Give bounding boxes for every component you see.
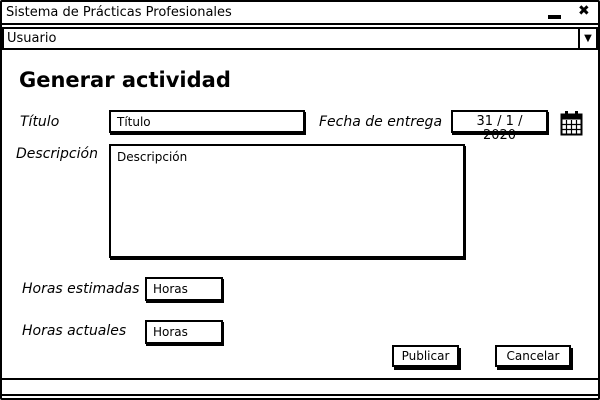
cancel-button[interactable]: Cancelar [495, 345, 571, 367]
title-label: Título [20, 114, 60, 130]
due-date-label: Fecha de entrega [319, 114, 443, 130]
estimated-hours-label: Horas estimadas [22, 281, 140, 297]
description-label: Descripción [16, 146, 98, 162]
actual-hours-label: Horas actuales [22, 323, 127, 339]
publish-button[interactable]: Publicar [392, 345, 459, 367]
minimize-icon[interactable] [548, 15, 561, 19]
user-dropdown-value: Usuario [7, 31, 57, 46]
window-title: Sistema de Prácticas Profesionales [2, 2, 598, 25]
page-title: Generar actividad [19, 68, 231, 92]
title-input[interactable]: Título [109, 110, 305, 133]
description-textarea[interactable]: Descripción [109, 144, 465, 258]
user-dropdown[interactable]: Usuario ▼ [2, 27, 598, 50]
calendar-icon[interactable] [560, 110, 583, 136]
close-icon[interactable]: ✖ [578, 3, 590, 19]
estimated-hours-input[interactable]: Horas [145, 277, 223, 301]
status-bar [2, 378, 598, 396]
chevron-down-icon[interactable]: ▼ [578, 29, 596, 48]
due-date-input[interactable]: 31 / 1 / 2020 [451, 110, 548, 143]
actual-hours-input[interactable]: Horas [145, 320, 223, 344]
